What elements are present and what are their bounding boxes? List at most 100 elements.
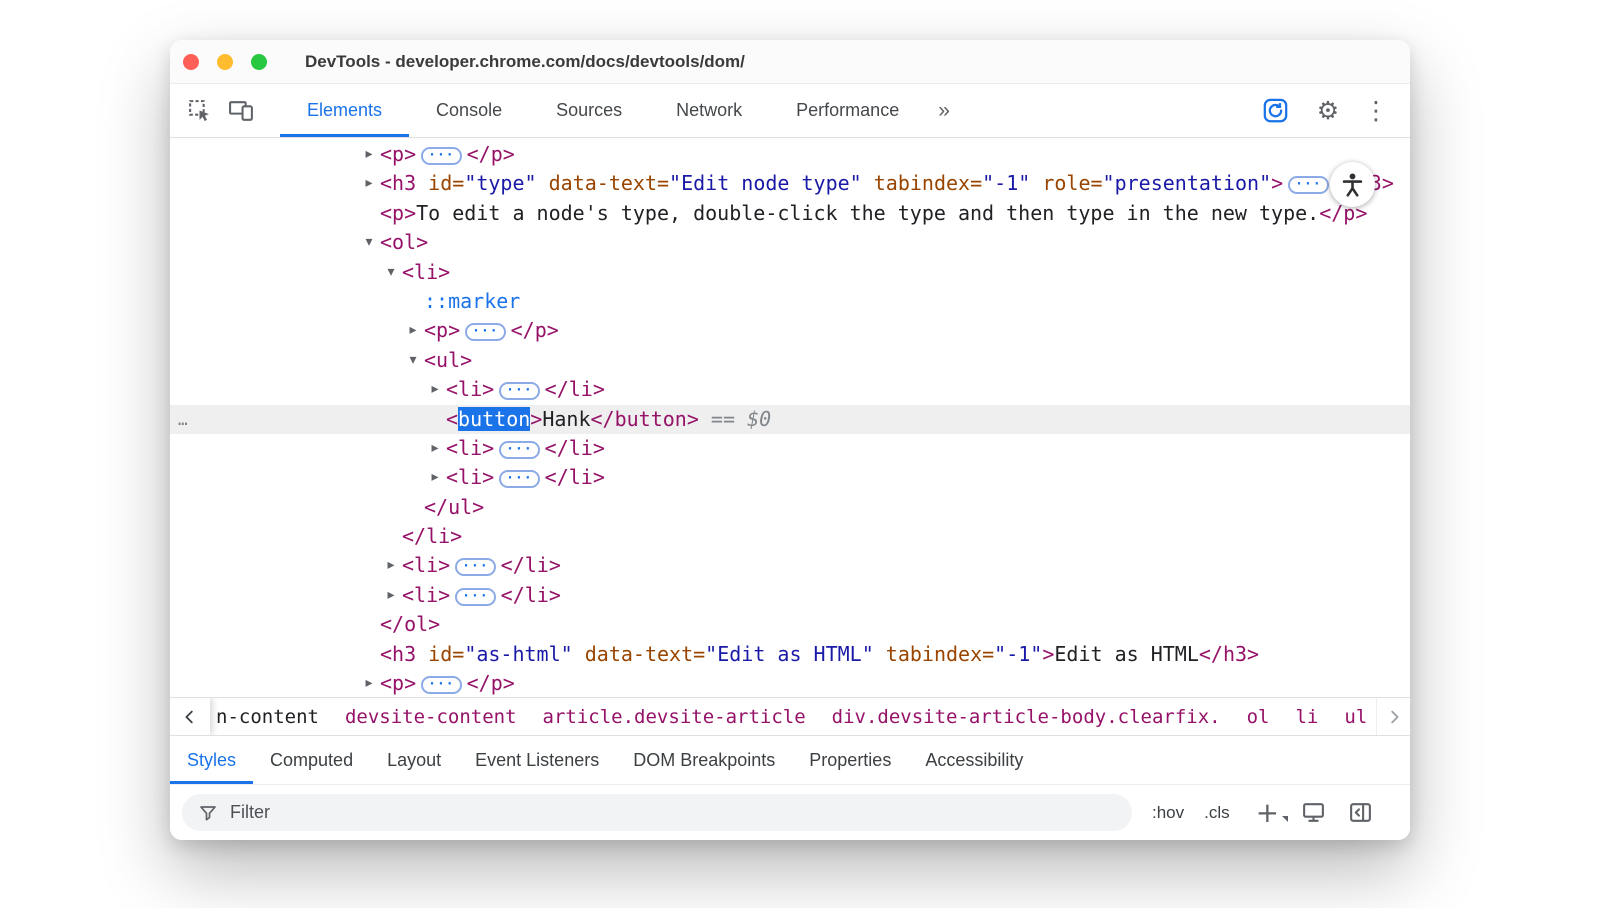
rendering-monitor-button[interactable]: [1301, 800, 1326, 825]
replay-extension-button[interactable]: [1256, 92, 1294, 130]
breadcrumb-li[interactable]: li: [1295, 706, 1318, 728]
panel-tab-accessibility[interactable]: Accessibility: [908, 736, 1040, 784]
code-dim: ==: [699, 407, 747, 431]
breadcrumb-ol[interactable]: ol: [1247, 706, 1270, 728]
panel-tab-computed[interactable]: Computed: [253, 736, 370, 784]
dom-tree-row[interactable]: ▸<li>···</li>: [170, 434, 1410, 463]
panel-tab-layout[interactable]: Layout: [370, 736, 458, 784]
device-toolbar-button[interactable]: [222, 92, 260, 130]
tab-elements[interactable]: Elements: [280, 84, 409, 137]
gear-icon: ⚙: [1317, 96, 1339, 125]
panel-tab-dom-breakpoints[interactable]: DOM Breakpoints: [616, 736, 792, 784]
expand-ellipsis-icon[interactable]: ···: [465, 323, 505, 341]
panel-tab-event-listeners[interactable]: Event Listeners: [458, 736, 616, 784]
code-attr: tabindex: [874, 171, 970, 195]
code-tag: <li>: [446, 465, 494, 489]
twisty-collapsed-icon[interactable]: ▸: [405, 316, 421, 345]
breadcrumb-article-devsite-article[interactable]: article.devsite-article: [543, 706, 806, 728]
code-tag: <ul>: [424, 348, 472, 372]
dom-tree-row[interactable]: </li>: [170, 522, 1410, 551]
settings-button[interactable]: ⚙: [1310, 93, 1346, 129]
dom-tree-row[interactable]: …<button>Hank</button> == $0: [170, 405, 1410, 434]
dom-tree-row[interactable]: ▸<li>···</li>: [170, 581, 1410, 610]
expand-ellipsis-icon[interactable]: ···: [455, 558, 495, 576]
dom-tree-row[interactable]: ▸<li>···</li>: [170, 551, 1410, 580]
code-tag: <h3: [380, 642, 416, 666]
window-titlebar: DevTools - developer.chrome.com/docs/dev…: [170, 40, 1410, 84]
code-tag: <p>: [380, 142, 416, 166]
dom-tree-row[interactable]: ▸<li>···</li>: [170, 463, 1410, 492]
toggle-sidebar-button[interactable]: [1348, 800, 1373, 825]
code-tag: <li>: [402, 260, 450, 284]
expand-ellipsis-icon[interactable]: ···: [421, 147, 461, 165]
breadcrumb-n-content[interactable]: n-content: [216, 706, 319, 728]
new-style-rule-button[interactable]: +: [1256, 802, 1279, 824]
twisty-collapsed-icon[interactable]: ▸: [361, 140, 377, 169]
dom-tree-row[interactable]: ▾<ol>: [170, 228, 1410, 257]
code-attr: role: [1042, 171, 1090, 195]
tab-console[interactable]: Console: [409, 84, 529, 137]
code-tag: >: [530, 407, 542, 431]
code-plain: [1030, 171, 1042, 195]
dom-tree-row[interactable]: ▸<p>···</p>: [170, 669, 1410, 697]
filter-input[interactable]: Filter: [182, 794, 1132, 831]
inspect-element-button[interactable]: [180, 92, 218, 130]
twisty-collapsed-icon[interactable]: ▸: [383, 551, 399, 580]
dom-tree-row[interactable]: ▸<p>···</p>: [170, 140, 1410, 169]
dom-tree-row[interactable]: ▸<h3 id="type" data-text="Edit node type…: [170, 169, 1410, 198]
twisty-collapsed-icon[interactable]: ▸: [383, 581, 399, 610]
panel-tab-properties[interactable]: Properties: [792, 736, 908, 784]
code-plain: [416, 171, 428, 195]
expand-ellipsis-icon[interactable]: ···: [499, 441, 539, 459]
code-text: To edit a node's type, double-click the …: [416, 201, 1319, 225]
dom-tree-row[interactable]: ▸<li>···</li>: [170, 375, 1410, 404]
tab-performance[interactable]: Performance: [769, 84, 926, 137]
twisty-collapsed-icon[interactable]: ▸: [427, 375, 443, 404]
breadcrumb-devsite-content[interactable]: devsite-content: [345, 706, 517, 728]
main-tab-strip: ElementsConsoleSourcesNetworkPerformance: [280, 84, 926, 137]
styles-filter-bar: Filter :hov .cls +: [170, 785, 1410, 840]
zoom-window-button[interactable]: [251, 54, 267, 70]
row-overflow-icon[interactable]: …: [178, 405, 189, 434]
panel-tab-styles[interactable]: Styles: [170, 736, 253, 784]
more-tabs-button[interactable]: »: [938, 99, 950, 123]
toggle-element-state-button[interactable]: :hov: [1152, 803, 1184, 823]
expand-ellipsis-icon[interactable]: ···: [499, 470, 539, 488]
expand-ellipsis-icon[interactable]: ···: [1288, 176, 1328, 194]
breadcrumb-scroll-left-button[interactable]: [170, 698, 210, 735]
twisty-collapsed-icon[interactable]: ▸: [361, 669, 377, 697]
toggle-classes-button[interactable]: .cls: [1204, 803, 1230, 823]
expand-ellipsis-icon[interactable]: ···: [421, 676, 461, 694]
chevron-right-icon: [1385, 708, 1403, 726]
dom-tree-row[interactable]: ▾<ul>: [170, 346, 1410, 375]
code-val: "-1": [982, 171, 1030, 195]
dom-tree-row[interactable]: </ul>: [170, 493, 1410, 522]
code-attr: data-text: [585, 642, 693, 666]
breadcrumb-scroll-right-button[interactable]: [1376, 698, 1410, 735]
twisty-expanded-icon[interactable]: ▾: [361, 228, 377, 257]
tab-sources[interactable]: Sources: [529, 84, 649, 137]
dom-tree-row[interactable]: </ol>: [170, 610, 1410, 639]
dom-tree-row[interactable]: ▾<li>: [170, 258, 1410, 287]
dom-tree-row[interactable]: <h3 id="as-html" data-text="Edit as HTML…: [170, 640, 1410, 669]
tab-network[interactable]: Network: [649, 84, 769, 137]
minimize-window-button[interactable]: [217, 54, 233, 70]
breadcrumb-ul[interactable]: ul: [1344, 706, 1367, 728]
close-window-button[interactable]: [183, 54, 199, 70]
expand-ellipsis-icon[interactable]: ···: [499, 382, 539, 400]
devtools-menu-button[interactable]: ⋮: [1358, 93, 1394, 129]
expand-ellipsis-icon[interactable]: ···: [455, 588, 495, 606]
dom-tree-row[interactable]: ▸<p>···</p>: [170, 316, 1410, 345]
twisty-expanded-icon[interactable]: ▾: [405, 346, 421, 375]
twisty-collapsed-icon[interactable]: ▸: [361, 169, 377, 198]
dom-tree-row[interactable]: <p>To edit a node's type, double-click t…: [170, 199, 1410, 228]
code-tag: >: [1271, 171, 1283, 195]
twisty-expanded-icon[interactable]: ▾: [383, 258, 399, 287]
twisty-collapsed-icon[interactable]: ▸: [427, 463, 443, 492]
dom-tree-row[interactable]: ::marker: [170, 287, 1410, 316]
breadcrumb-div-devsite-article-body-clearfix[interactable]: div.devsite-article-body.clearfix.: [832, 706, 1221, 728]
code-tag: </li>: [545, 377, 605, 401]
twisty-collapsed-icon[interactable]: ▸: [427, 434, 443, 463]
device-toolbar-icon: [228, 98, 255, 123]
code-val: "-1": [994, 642, 1042, 666]
